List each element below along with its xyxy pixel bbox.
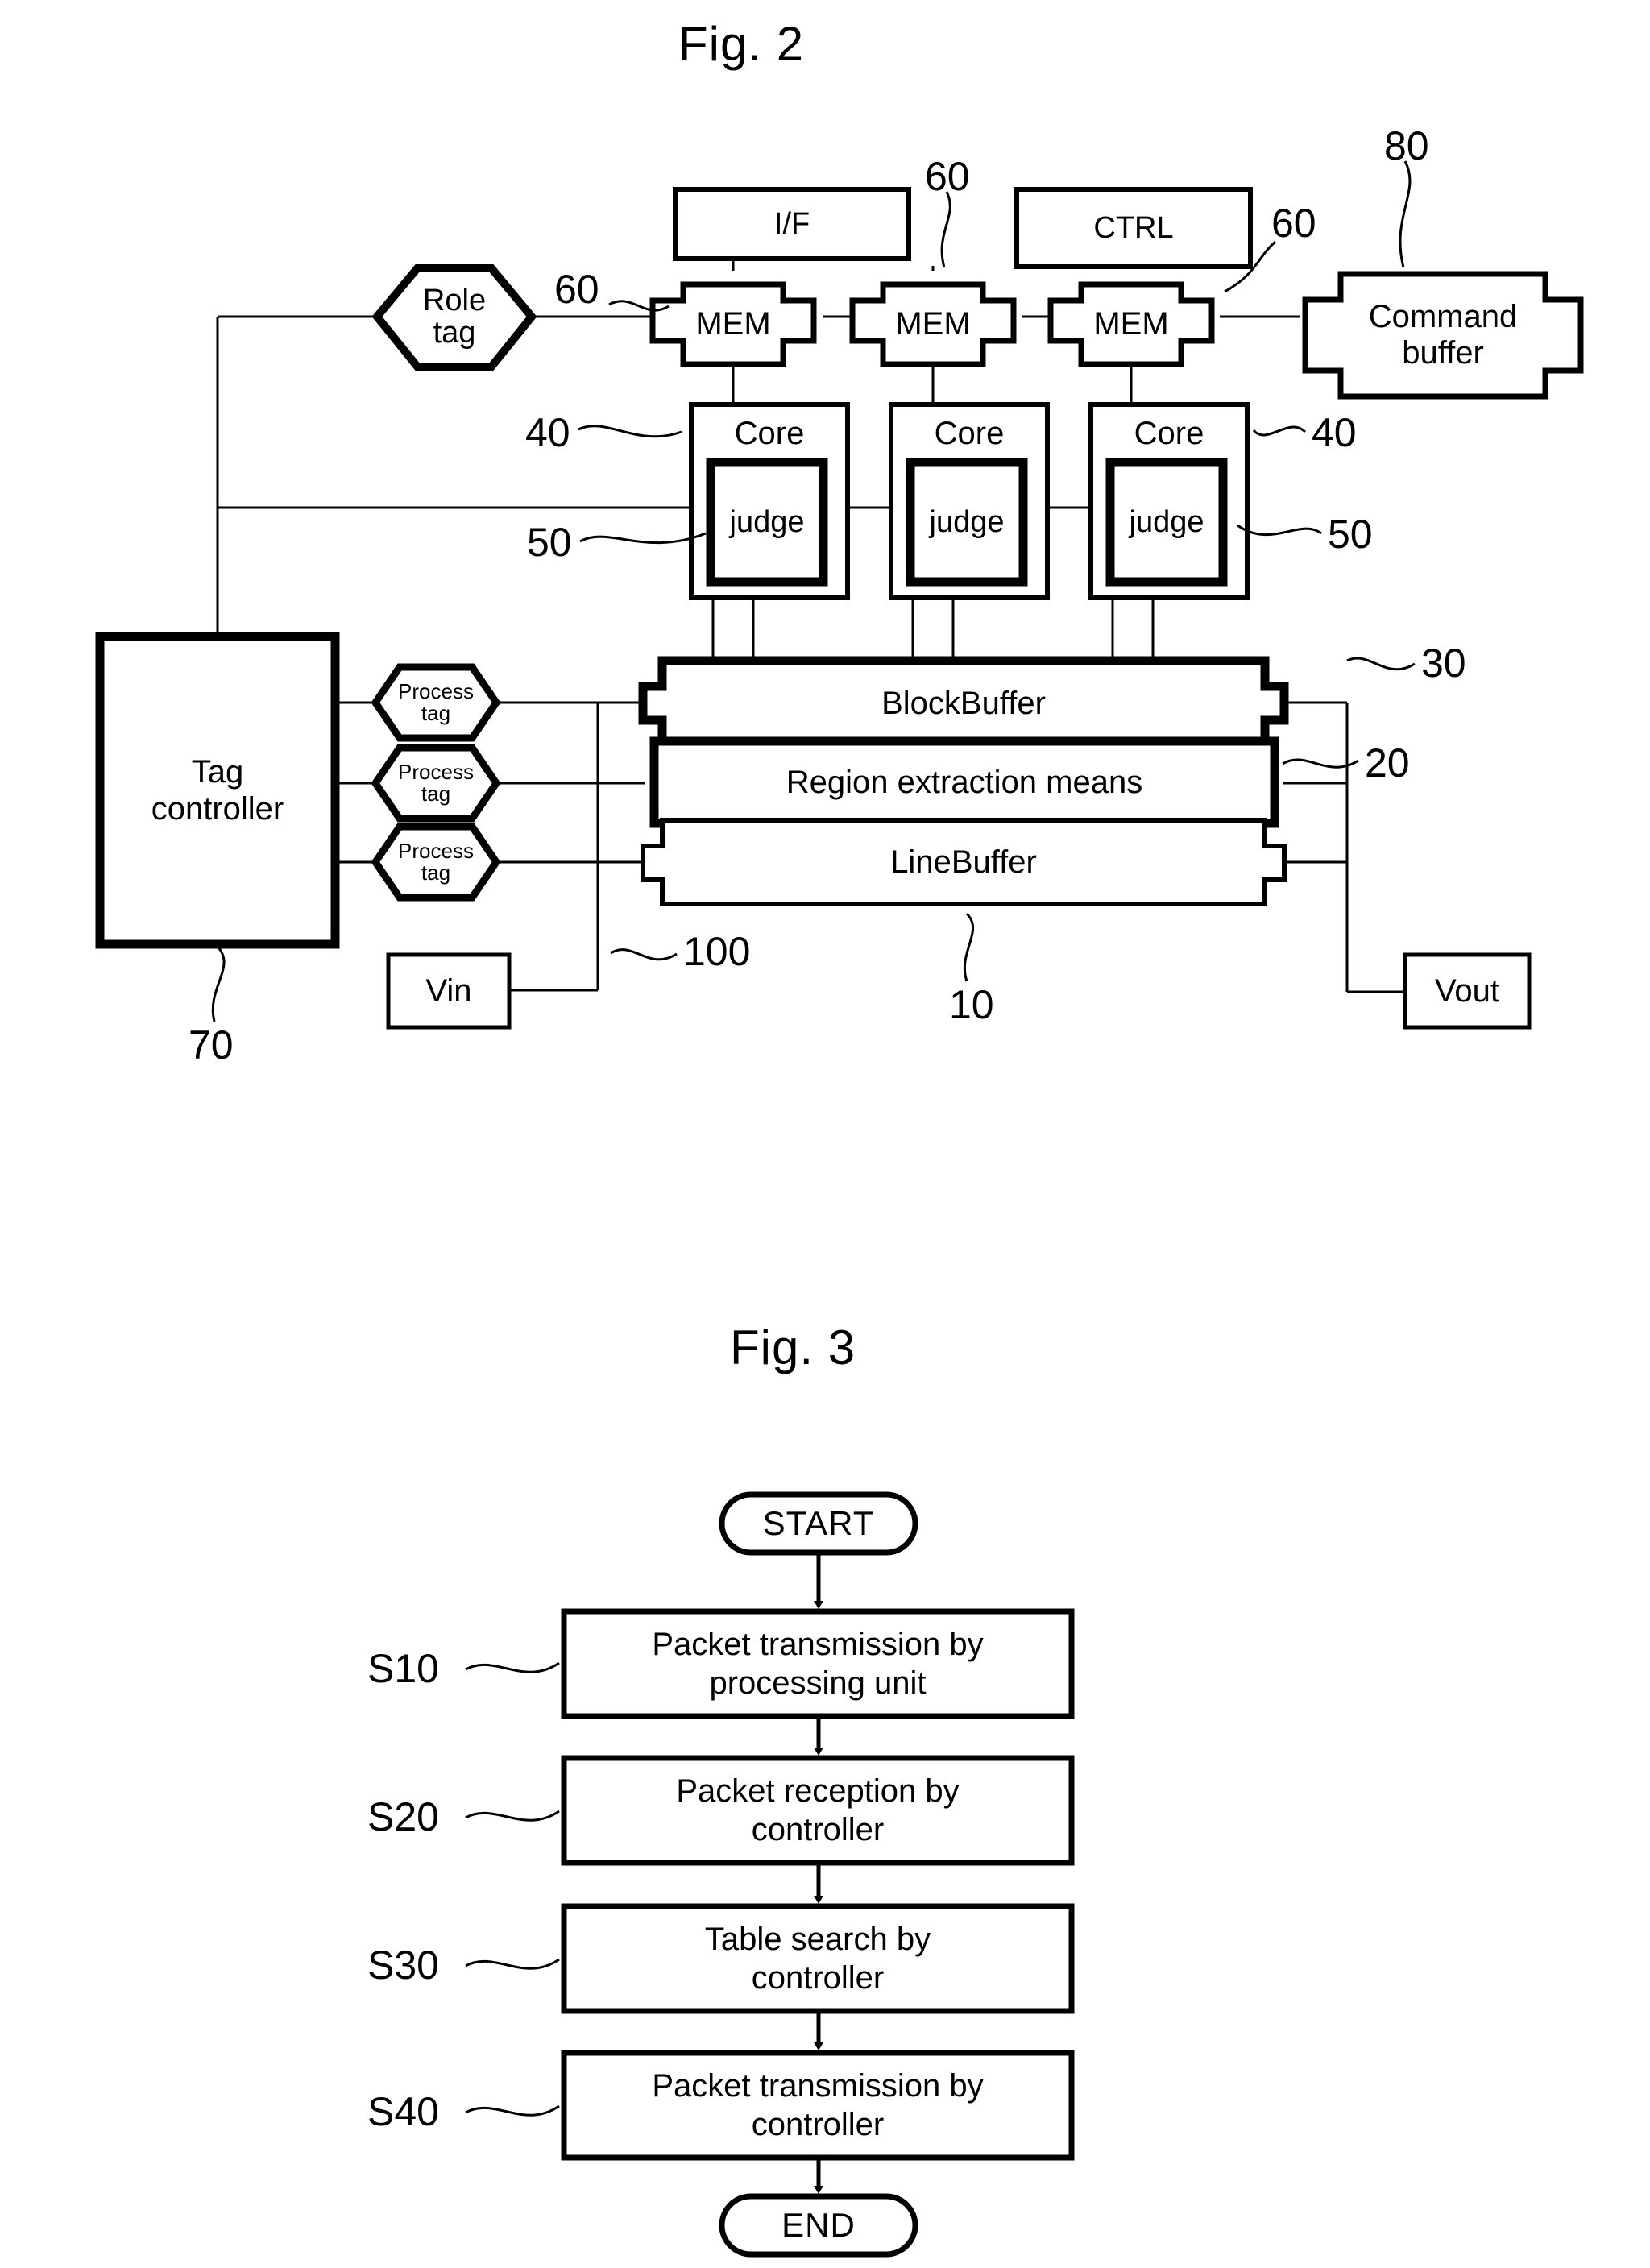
command-buffer-label-line1: Command bbox=[1368, 299, 1518, 335]
role-tag-label-line2: tag bbox=[433, 316, 476, 350]
role-tag-label: Role tag bbox=[377, 268, 532, 367]
ref-s40: S40 bbox=[367, 2089, 439, 2134]
ref-20: 20 bbox=[1365, 740, 1410, 786]
ref-30: 30 bbox=[1421, 641, 1466, 686]
mem2-label: MEM bbox=[895, 306, 971, 342]
ref-50-right: 50 bbox=[1328, 512, 1373, 557]
ref-50-left: 50 bbox=[527, 520, 572, 565]
vout-label: Vout bbox=[1434, 972, 1500, 1009]
step-s10-label: Packet transmission by processing unit bbox=[564, 1611, 1072, 1716]
step-s20-label-line2: controller bbox=[751, 1812, 885, 1847]
vin-label: Vin bbox=[425, 972, 472, 1009]
command-buffer-label: Command buffer bbox=[1305, 274, 1581, 396]
mem1-label: MEM bbox=[695, 306, 771, 342]
line-buffer-label: LineBuffer bbox=[890, 844, 1037, 880]
ref-70: 70 bbox=[189, 1022, 234, 1068]
fig3-title: Fig. 3 bbox=[730, 1321, 856, 1374]
ref-60-a: 60 bbox=[554, 267, 599, 312]
core2-label: Core bbox=[934, 415, 1005, 451]
process-tag-3-label: Process tag bbox=[375, 827, 496, 898]
ref-60-c: 60 bbox=[1271, 201, 1316, 246]
process-tag-2-label: Process tag bbox=[375, 748, 496, 819]
fig2-title: Fig. 2 bbox=[678, 17, 805, 71]
step-s30-label-line2: controller bbox=[751, 1960, 885, 1996]
block-buffer-label: BlockBuffer bbox=[881, 685, 1046, 721]
iface-label: I/F bbox=[773, 206, 810, 241]
core3-label: Core bbox=[1134, 415, 1204, 451]
judge3-label: judge bbox=[1129, 504, 1204, 539]
ref-80: 80 bbox=[1384, 123, 1429, 168]
ref-s20: S20 bbox=[367, 1794, 439, 1839]
tag-controller-label: Tag controller bbox=[100, 636, 335, 944]
step-s30-label: Table search by controller bbox=[564, 1906, 1072, 2011]
step-s40-label-line1: Packet transmission by bbox=[652, 2068, 984, 2104]
judge1-label: judge bbox=[729, 504, 805, 539]
process-tag-2-label-line1: Process bbox=[398, 759, 474, 784]
ref-s10: S10 bbox=[367, 1646, 439, 1691]
tag-controller-label-line1: Tag bbox=[191, 754, 244, 790]
start-terminal-label: START bbox=[762, 1504, 875, 1542]
judge2-label: judge bbox=[929, 504, 1005, 539]
role-tag-label-line1: Role bbox=[422, 284, 487, 318]
mem3-label: MEM bbox=[1093, 306, 1169, 342]
process-tag-1-label-line2: tag bbox=[421, 701, 451, 725]
tag-controller-label-line2: controller bbox=[151, 791, 284, 827]
step-s10-label-line1: Packet transmission by bbox=[652, 1627, 984, 1662]
end-terminal-label: END bbox=[781, 2206, 856, 2244]
ref-40-right: 40 bbox=[1312, 410, 1357, 455]
step-s20-label: Packet reception by controller bbox=[564, 1758, 1072, 1863]
process-tag-2-label-line2: tag bbox=[421, 782, 451, 806]
ref-s30: S30 bbox=[367, 1943, 439, 1988]
ref-60-b: 60 bbox=[925, 154, 970, 199]
ref-40-left: 40 bbox=[525, 410, 570, 455]
step-s40-label-line2: controller bbox=[751, 2107, 885, 2142]
process-tag-1-label-line1: Process bbox=[398, 678, 474, 703]
ref-100: 100 bbox=[683, 929, 751, 974]
process-tag-1-label: Process tag bbox=[375, 667, 496, 738]
region-extraction-label: Region extraction means bbox=[786, 764, 1143, 800]
step-s20-label-line1: Packet reception by bbox=[676, 1773, 960, 1809]
command-buffer-label-line2: buffer bbox=[1402, 335, 1484, 371]
step-s30-label-line1: Table search by bbox=[704, 1922, 931, 1957]
step-s40-label: Packet transmission by controller bbox=[564, 2053, 1072, 2158]
process-tag-3-label-line2: tag bbox=[421, 860, 451, 885]
core1-label: Core bbox=[734, 415, 805, 451]
ctrl-label: CTRL bbox=[1093, 210, 1174, 245]
ref-10: 10 bbox=[949, 982, 994, 1027]
step-s10-label-line2: processing unit bbox=[709, 1665, 927, 1701]
process-tag-3-label-line1: Process bbox=[398, 838, 474, 863]
